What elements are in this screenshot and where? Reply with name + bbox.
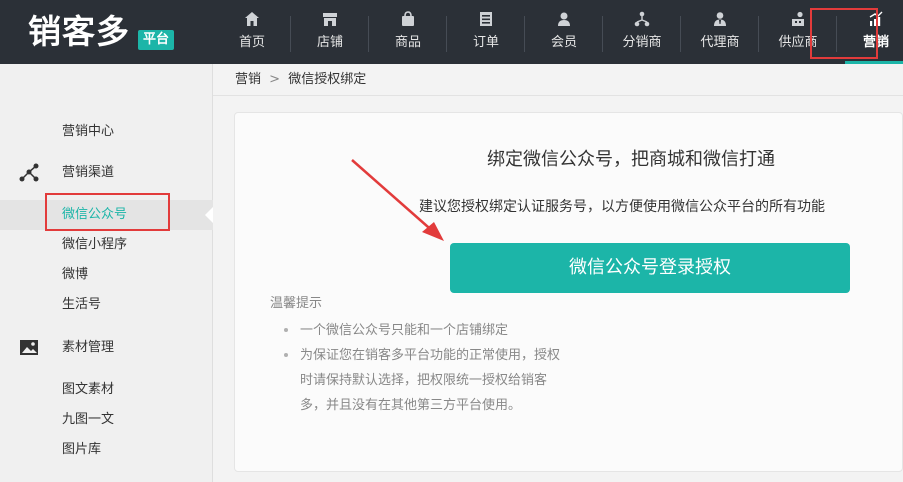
breadcrumb-parent[interactable]: 营销	[235, 72, 261, 87]
nav-label: 首页	[238, 35, 265, 50]
nav-item-home[interactable]: 首页	[213, 0, 291, 64]
active-caret	[205, 207, 213, 223]
page-subtitle: 建议您授权绑定认证服务号，以方便使用微信公众平台的所有功能	[419, 199, 825, 215]
sidebar-item-nine-images-one-text[interactable]: 九图一文	[0, 405, 213, 435]
sidebar-item-label: 微博	[62, 267, 89, 282]
nav-item-agents[interactable]: 代理商	[681, 0, 759, 64]
bullet-dot	[284, 328, 288, 332]
sidebar-item-article-material[interactable]: 图文素材	[0, 375, 213, 405]
annotation-box-sidebar-wechat	[45, 193, 170, 231]
logo[interactable]: 销客多 平台	[28, 12, 178, 52]
nav-label: 代理商	[700, 35, 740, 50]
sidebar-item-label: 九图一文	[62, 412, 115, 427]
tip-item: 一个微信公众号只能和一个店铺绑定	[300, 323, 509, 338]
distribution-icon	[603, 10, 681, 32]
top-navbar: 销客多 平台 首页 店铺 商品 订单 会员 分销商 代理商 供应商 营销	[0, 0, 903, 64]
nav-label: 商品	[394, 35, 421, 50]
logo-text: 销客多	[28, 12, 130, 51]
nav-item-store[interactable]: 店铺	[291, 0, 369, 64]
breadcrumb-current: 微信授权绑定	[288, 72, 367, 87]
sidebar-item-marketing-center[interactable]: 营销中心	[0, 117, 213, 147]
member-icon	[525, 10, 603, 32]
sidebar-item-label: 营销中心	[62, 124, 115, 139]
sidebar-item-label: 营销渠道	[62, 165, 115, 180]
nav-item-orders[interactable]: 订单	[447, 0, 525, 64]
sidebar-item-life-account[interactable]: 生活号	[0, 290, 213, 320]
nav-label: 会员	[550, 35, 577, 50]
nav-label: 店铺	[316, 35, 343, 50]
store-icon	[291, 10, 369, 32]
sidebar-group-marketing-channels[interactable]: 营销渠道	[0, 158, 213, 188]
bullet-dot	[284, 353, 288, 357]
sidebar: 营销中心 营销渠道 微信公众号 微信小程序 微博 生活号 素材管理 图文素材 九…	[0, 64, 213, 482]
order-icon	[447, 10, 525, 32]
nav-label: 分销商	[622, 35, 662, 50]
wechat-auth-login-button[interactable]: 微信公众号登录授权	[450, 243, 850, 293]
nav-label: 订单	[472, 35, 499, 50]
sidebar-item-label: 生活号	[62, 297, 102, 312]
sidebar-item-wechat-mini-program[interactable]: 微信小程序	[0, 230, 213, 260]
annotation-arrow	[351, 159, 444, 241]
sidebar-item-weibo[interactable]: 微博	[0, 260, 213, 290]
annotation-box-nav-marketing	[810, 8, 878, 59]
breadcrumb: 营销 > 微信授权绑定	[213, 64, 903, 96]
breadcrumb-separator: >	[269, 72, 281, 87]
sidebar-item-label: 图片库	[62, 442, 102, 457]
nav-item-goods[interactable]: 商品	[369, 0, 447, 64]
tips-title: 温馨提示	[270, 296, 323, 311]
logo-badge: 平台	[138, 30, 175, 50]
sidebar-item-label: 微信小程序	[62, 237, 128, 252]
sidebar-group-material-management[interactable]: 素材管理	[0, 333, 213, 363]
sidebar-item-image-library[interactable]: 图片库	[0, 435, 213, 465]
agent-icon	[681, 10, 759, 32]
page-title: 绑定微信公众号，把商城和微信打通	[487, 149, 775, 170]
main-nav: 首页 店铺 商品 订单 会员 分销商 代理商 供应商 营销	[213, 0, 903, 64]
nav-item-members[interactable]: 会员	[525, 0, 603, 64]
sidebar-item-label: 图文素材	[62, 382, 115, 397]
home-icon	[213, 10, 291, 32]
nav-item-distributors[interactable]: 分销商	[603, 0, 681, 64]
tip-item: 为保证您在销客多平台功能的正常使用，授权时请保持默认选择，把权限统一授权给销客多…	[300, 348, 561, 413]
bag-icon	[369, 10, 447, 32]
sidebar-item-label: 素材管理	[62, 340, 115, 355]
